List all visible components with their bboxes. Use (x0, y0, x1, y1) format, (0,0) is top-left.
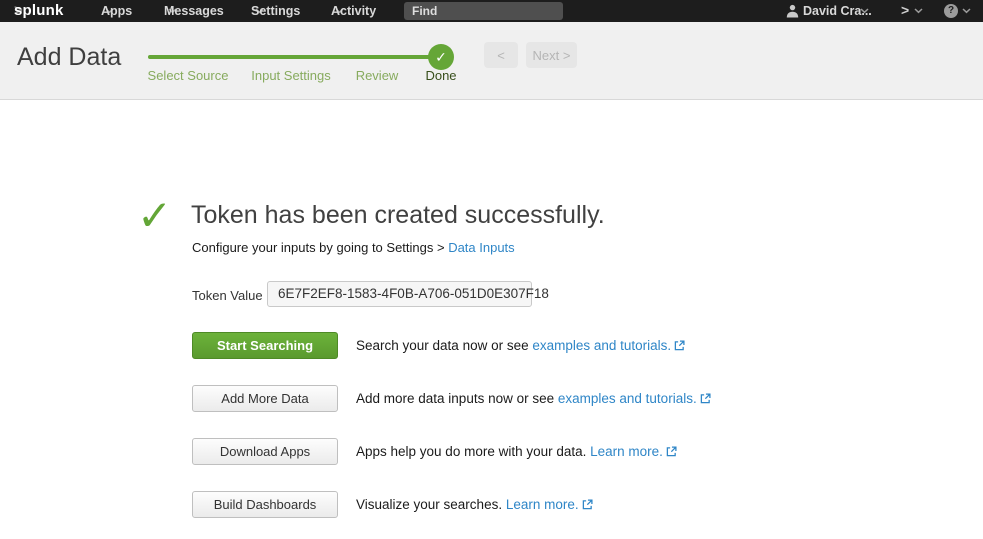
action-description: Search your data now or see examples and… (356, 338, 685, 353)
action-description: Add more data inputs now or see examples… (356, 391, 711, 406)
data-inputs-link[interactable]: Data Inputs (448, 240, 515, 255)
help-icon[interactable]: ? (944, 4, 958, 18)
splunk-mark-menu[interactable]: > (901, 2, 909, 18)
start-searching-button[interactable]: Start Searching (192, 332, 338, 359)
description-text: Add more data inputs now or see (356, 391, 558, 406)
page-title: Add Data (17, 43, 121, 72)
step-done-check-icon: ✓ (428, 44, 454, 70)
description-text: Visualize your searches. (356, 497, 506, 512)
progress-line (148, 55, 441, 59)
build-dashboards-button[interactable]: Build Dashboards (192, 491, 338, 518)
external-link-icon (582, 499, 593, 510)
nav-menu-messages-label: Messages (164, 4, 224, 18)
action-row-add-more-data: Add More Data Add more data inputs now o… (192, 385, 711, 412)
splunk-add-data-page: splunk> Apps Messages Settings Activity … (0, 0, 983, 539)
action-description: Visualize your searches. Learn more. (356, 497, 593, 512)
action-description: Apps help you do more with your data. Le… (356, 444, 677, 459)
learn-more-link[interactable]: Learn more. (590, 444, 663, 459)
step-input-settings: Input Settings (251, 68, 331, 83)
success-heading: Token has been created successfully. (191, 201, 605, 230)
learn-more-link[interactable]: Learn more. (506, 497, 579, 512)
external-link-icon (674, 340, 685, 351)
configure-subtitle: Configure your inputs by going to Settin… (192, 240, 515, 255)
wizard-header: Add Data ✓ Select Source Input Settings … (0, 22, 983, 100)
success-check-icon: ✓ (137, 191, 172, 240)
user-icon (786, 3, 799, 21)
step-review: Review (356, 68, 399, 83)
subtitle-text: Configure your inputs by going to Settin… (192, 240, 448, 255)
download-apps-button[interactable]: Download Apps (192, 438, 338, 465)
find-search-input[interactable] (404, 2, 563, 20)
splunk-logo[interactable]: splunk> (14, 2, 23, 19)
nav-menu-activity[interactable]: Activity (331, 4, 344, 18)
logo-text: splunk (14, 2, 64, 19)
action-row-build-dashboards: Build Dashboards Visualize your searches… (192, 491, 593, 518)
top-navbar: splunk> Apps Messages Settings Activity … (0, 0, 983, 22)
nav-menu-settings[interactable]: Settings (251, 4, 264, 18)
external-link-icon (666, 446, 677, 457)
action-row-download-apps: Download Apps Apps help you do more with… (192, 438, 677, 465)
action-row-start-searching: Start Searching Search your data now or … (192, 332, 685, 359)
description-text: Search your data now or see (356, 338, 532, 353)
add-more-data-button[interactable]: Add More Data (192, 385, 338, 412)
nav-menu-settings-label: Settings (251, 4, 300, 18)
step-done: Done (425, 68, 456, 83)
token-value-label: Token Value (192, 288, 263, 303)
description-text: Apps help you do more with your data. (356, 444, 590, 459)
nav-menu-apps-label: Apps (101, 4, 132, 18)
next-button[interactable]: Next > (526, 42, 577, 68)
nav-menu-apps[interactable]: Apps (101, 4, 114, 18)
nav-menu-messages[interactable]: Messages (164, 4, 177, 18)
examples-tutorials-link[interactable]: examples and tutorials. (558, 391, 697, 406)
back-button[interactable]: < (484, 42, 518, 68)
token-value-field[interactable]: 6E7F2EF8-1583-4F0B-A706-051D0E307F18 (267, 281, 532, 307)
nav-menu-activity-label: Activity (331, 4, 376, 18)
examples-tutorials-link[interactable]: examples and tutorials. (532, 338, 671, 353)
step-select-source: Select Source (148, 68, 229, 83)
external-link-icon (700, 393, 711, 404)
